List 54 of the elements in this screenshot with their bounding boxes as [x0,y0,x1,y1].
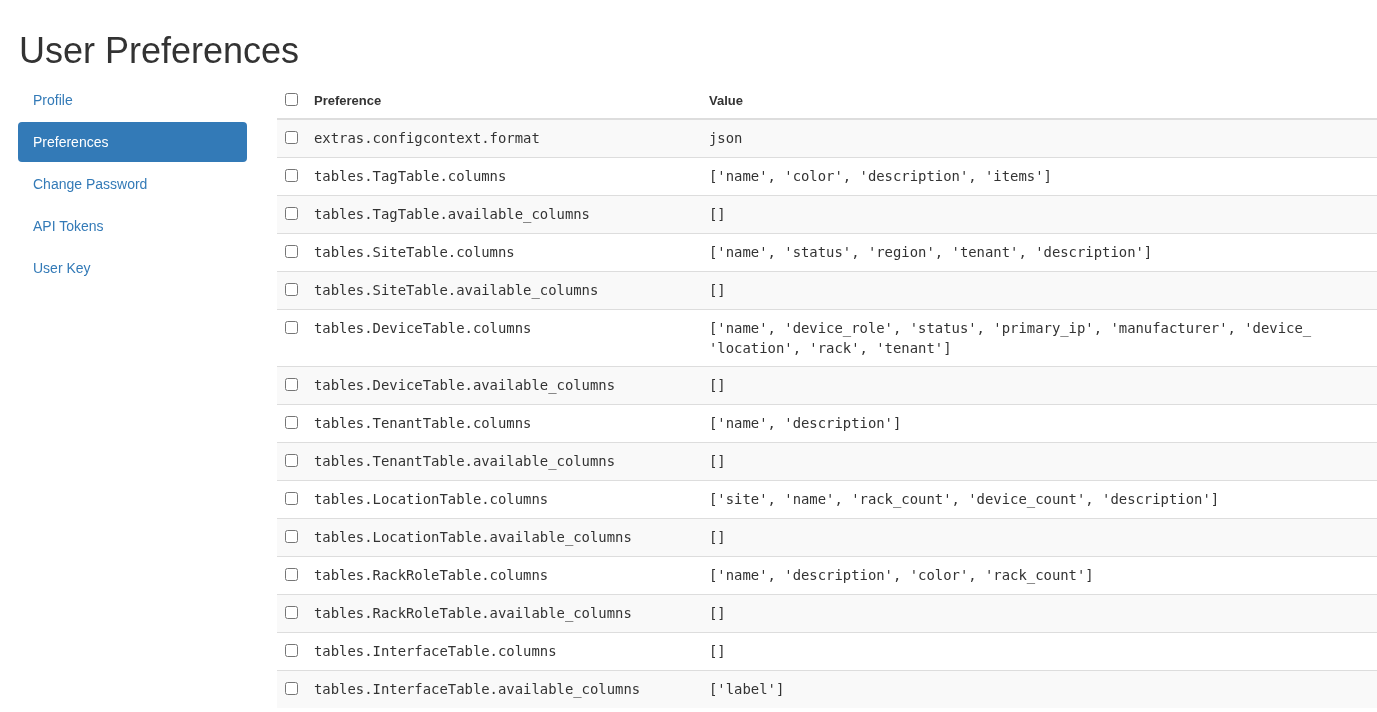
sidebar-item[interactable]: Change Password [18,164,247,204]
row-checkbox[interactable] [285,245,298,258]
preference-value: ['label'] [709,681,785,697]
row-checkbox[interactable] [285,644,298,657]
preference-name: tables.LocationTable.columns [314,491,549,507]
preference-name: extras.configcontext.format [314,130,540,146]
sidebar-item[interactable]: User Key [18,248,247,288]
row-checkbox[interactable] [285,131,298,144]
row-checkbox[interactable] [285,682,298,695]
preference-value: [] [709,453,726,469]
preference-value: [] [709,206,726,222]
preference-value: ['name', 'description', 'color', 'rack_count'] [709,567,1094,583]
preference-value: json [709,130,743,146]
column-header: Value [709,93,743,108]
preference-name: tables.DeviceTable.columns [314,320,532,336]
row-checkbox[interactable] [285,283,298,296]
preference-name: tables.TenantTable.columns [314,415,532,431]
row-checkbox[interactable] [285,492,298,505]
preference-name: tables.TenantTable.available_columns [314,453,616,469]
sidebar-item[interactable]: API Tokens [18,206,247,246]
row-checkbox[interactable] [285,416,298,429]
preference-value: [] [709,643,726,659]
page-title: User Preferences [18,29,301,73]
preference-value: ['name', 'description'] [709,415,902,431]
preference-value: ['name', 'status', 'region', 'tenant', 'description'] [709,244,1153,260]
column-header: Preference [314,93,382,108]
row-checkbox[interactable] [285,454,298,467]
preference-name: tables.SiteTable.available_columns [314,282,599,298]
preference-value: ['name', 'color', 'description', 'items'] [709,168,1052,184]
preference-name: tables.TagTable.columns [314,168,507,184]
row-checkbox[interactable] [285,378,298,391]
preference-name: tables.SiteTable.columns [314,244,515,260]
row-checkbox[interactable] [285,169,298,182]
row-checkbox[interactable] [285,207,298,220]
preference-value: [] [709,282,726,298]
preference-value: [] [709,605,726,621]
preference-name: tables.LocationTable.available_columns [314,529,632,545]
sidebar-item[interactable]: Preferences [18,122,247,162]
preference-name: tables.RackRoleTable.columns [314,567,549,583]
preference-name: tables.TagTable.available_columns [314,206,590,222]
sidebar-item[interactable]: Profile [18,80,247,120]
preference-value: [] [709,529,726,545]
preference-value: ['name', 'device_role', 'status', 'primary_ip', 'manufacturer', 'device_ 'location', 'rack', 'tenant'] [709,320,1312,356]
row-checkbox[interactable] [285,321,298,334]
preference-value: [] [709,377,726,393]
select-all-checkbox[interactable] [285,93,298,106]
preference-name: tables.InterfaceTable.columns [314,643,557,659]
row-checkbox[interactable] [285,568,298,581]
preference-name: tables.RackRoleTable.available_columns [314,605,632,621]
preference-name: tables.InterfaceTable.available_columns [314,681,641,697]
row-checkbox[interactable] [285,530,298,543]
preference-name: tables.DeviceTable.available_columns [314,377,616,393]
row-checkbox[interactable] [285,606,298,619]
preference-value: ['site', 'name', 'rack_count', 'device_count', 'description'] [709,491,1220,507]
